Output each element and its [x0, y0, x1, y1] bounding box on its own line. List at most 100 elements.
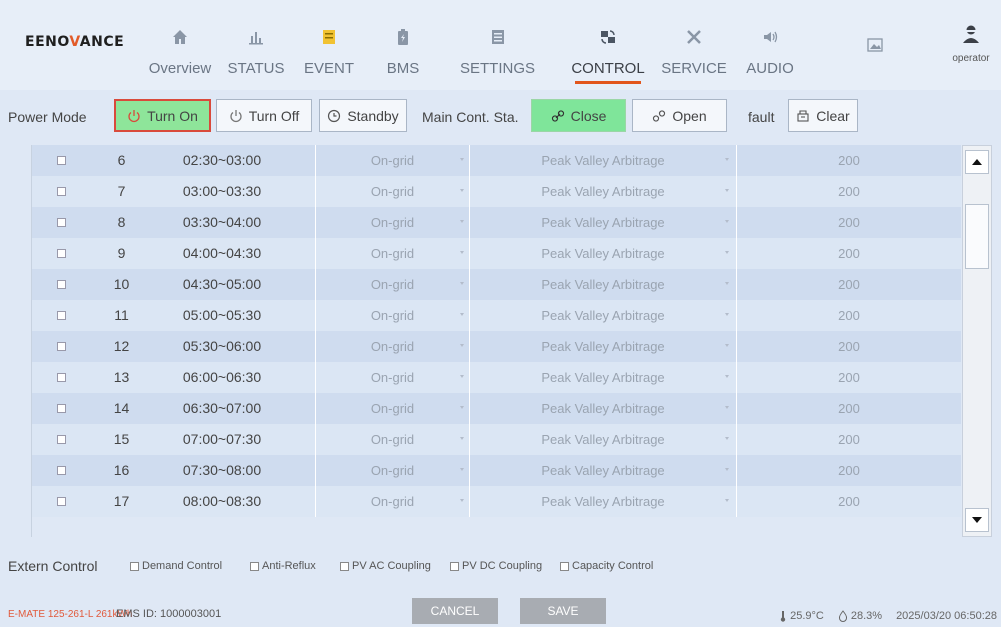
power-input[interactable]: 200 [738, 331, 960, 362]
grid-mode-select[interactable]: On-grid [315, 176, 470, 207]
row-checkbox[interactable] [57, 187, 66, 196]
grid-mode-select[interactable]: On-grid [315, 486, 470, 517]
tab-audio[interactable]: AUDIO [740, 0, 800, 90]
row-checkbox[interactable] [57, 435, 66, 444]
thermometer-icon [780, 611, 786, 622]
grid-mode-select[interactable]: On-grid [315, 207, 470, 238]
tab-status[interactable]: STATUS [222, 0, 290, 90]
grid-mode-select[interactable]: On-grid [315, 300, 470, 331]
device-model-label: E-MATE 125-261-L 261kWh [8, 609, 133, 620]
tab-settings[interactable]: SETTINGS [455, 0, 540, 90]
strategy-select[interactable]: Peak Valley Arbitrage [470, 331, 737, 362]
strategy-select[interactable]: Peak Valley Arbitrage [470, 486, 737, 517]
arrow-up-icon [972, 159, 982, 165]
strategy-select[interactable]: Peak Valley Arbitrage [470, 362, 737, 393]
strategy-select[interactable]: Peak Valley Arbitrage [470, 176, 737, 207]
datetime-readout: 2025/03/20 06:50:28 [896, 610, 997, 622]
row-number: 8 [117, 214, 126, 230]
strategy-select[interactable]: Peak Valley Arbitrage [470, 424, 737, 455]
ems-id-label: EMS ID: 1000003001 [116, 608, 222, 620]
chart-icon [249, 32, 263, 45]
grid-mode-select[interactable]: On-grid [315, 455, 470, 486]
turn-on-button[interactable]: Turn On [114, 99, 211, 132]
row-checkbox[interactable] [57, 156, 66, 165]
chevron-down-icon [460, 468, 464, 471]
user-menu[interactable]: operator [948, 24, 994, 64]
turn-off-button[interactable]: Turn Off [216, 99, 312, 132]
scroll-thumb[interactable] [965, 204, 989, 269]
chevron-down-icon [460, 344, 464, 347]
chevron-down-icon [460, 406, 464, 409]
strategy-select[interactable]: Peak Valley Arbitrage [470, 238, 737, 269]
strategy-select[interactable]: Peak Valley Arbitrage [470, 393, 737, 424]
time-slot: 03:00~03:30 [182, 183, 262, 199]
open-contactor-button[interactable]: Open [632, 99, 727, 132]
power-input[interactable]: 200 [738, 300, 960, 331]
power-input[interactable]: 200 [738, 362, 960, 393]
time-slot: 04:30~05:00 [182, 276, 262, 292]
pv-ac-coupling-checkbox[interactable]: PV AC Coupling [340, 560, 431, 572]
save-button[interactable]: SAVE [520, 598, 606, 624]
grid-mode-select[interactable]: On-grid [315, 238, 470, 269]
power-input[interactable]: 200 [738, 486, 960, 517]
anti-reflux-checkbox[interactable]: Anti-Reflux [250, 560, 316, 572]
grid-mode-select[interactable]: On-grid [315, 424, 470, 455]
row-checkbox[interactable] [57, 497, 66, 506]
grid-mode-select[interactable]: On-grid [315, 331, 470, 362]
power-input[interactable]: 200 [738, 145, 960, 176]
strategy-select[interactable]: Peak Valley Arbitrage [470, 455, 737, 486]
clock-icon [328, 109, 341, 122]
power-input[interactable]: 200 [738, 238, 960, 269]
strategy-select[interactable]: Peak Valley Arbitrage [470, 269, 737, 300]
row-checkbox[interactable] [57, 466, 66, 475]
tab-overview[interactable]: Overview [140, 0, 220, 90]
strategy-select[interactable]: Peak Valley Arbitrage [470, 207, 737, 238]
strategy-select[interactable]: Peak Valley Arbitrage [470, 145, 737, 176]
scroll-up-button[interactable] [965, 150, 989, 174]
event-icon [323, 30, 335, 44]
power-input[interactable]: 200 [738, 207, 960, 238]
grid-mode-select[interactable]: On-grid [315, 393, 470, 424]
grid-mode-select[interactable]: On-grid [315, 269, 470, 300]
table-row: 8 03:30~04:00 On-grid Peak Valley Arbitrage… [32, 207, 961, 238]
user-role-label: operator [952, 53, 990, 64]
standby-button[interactable]: Standby [319, 99, 407, 132]
power-input[interactable]: 200 [738, 424, 960, 455]
chevron-down-icon [460, 437, 464, 440]
main-contactor-status-label: Main Cont. Sta. [422, 109, 519, 125]
tab-event[interactable]: EVENT [297, 0, 361, 90]
tab-bms[interactable]: BMS [373, 0, 433, 90]
chevron-down-icon [725, 344, 729, 347]
strategy-select[interactable]: Peak Valley Arbitrage [470, 300, 737, 331]
capacity-control-checkbox[interactable]: Capacity Control [560, 560, 653, 572]
row-checkbox[interactable] [57, 249, 66, 258]
clear-fault-button[interactable]: Clear [788, 99, 858, 132]
tab-control[interactable]: CONTROL [567, 0, 649, 90]
row-checkbox[interactable] [57, 280, 66, 289]
row-checkbox[interactable] [57, 218, 66, 227]
chevron-down-icon [725, 189, 729, 192]
row-checkbox[interactable] [57, 373, 66, 382]
cancel-button[interactable]: CANCEL [412, 598, 498, 624]
power-input[interactable]: 200 [738, 269, 960, 300]
demand-control-checkbox[interactable]: Demand Control [130, 560, 222, 572]
table-scrollbar[interactable] [962, 145, 992, 537]
time-slot: 04:00~04:30 [182, 245, 262, 261]
row-checkbox[interactable] [57, 311, 66, 320]
power-input[interactable]: 200 [738, 393, 960, 424]
tab-image[interactable] [855, 0, 895, 90]
image-icon [867, 38, 883, 52]
grid-mode-select[interactable]: On-grid [315, 362, 470, 393]
tab-service[interactable]: SERVICE [656, 0, 732, 90]
chevron-down-icon [725, 499, 729, 502]
row-checkbox[interactable] [57, 342, 66, 351]
power-input[interactable]: 200 [738, 176, 960, 207]
grid-mode-select[interactable]: On-grid [315, 145, 470, 176]
scroll-down-button[interactable] [965, 508, 989, 532]
power-input[interactable]: 200 [738, 455, 960, 486]
service-icon [687, 30, 701, 44]
table-row: 9 04:00~04:30 On-grid Peak Valley Arbitrage… [32, 238, 961, 269]
row-checkbox[interactable] [57, 404, 66, 413]
pv-dc-coupling-checkbox[interactable]: PV DC Coupling [450, 560, 542, 572]
close-contactor-button[interactable]: Close [531, 99, 626, 132]
